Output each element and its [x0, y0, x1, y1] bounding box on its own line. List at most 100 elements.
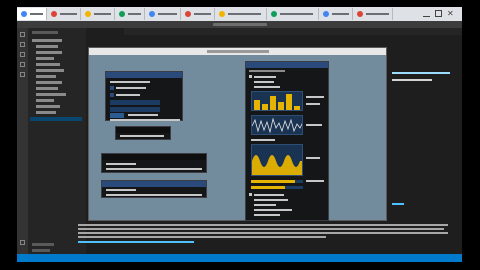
- tree-item[interactable]: [32, 39, 62, 42]
- tree-node[interactable]: [254, 214, 280, 216]
- browser-tab-7[interactable]: [215, 8, 267, 20]
- tab-title: [30, 13, 43, 15]
- tree-node[interactable]: [254, 81, 274, 83]
- float-slider[interactable]: [110, 100, 160, 105]
- plot-label: [306, 96, 324, 98]
- tab-title: [228, 13, 261, 15]
- text-line: [110, 81, 150, 83]
- extensions-icon[interactable]: [20, 72, 25, 77]
- debug-icon[interactable]: [20, 62, 25, 67]
- terminal-line: [78, 232, 448, 234]
- tree-item[interactable]: [36, 81, 62, 84]
- tree-item[interactable]: [36, 99, 54, 102]
- tree-item[interactable]: [36, 45, 58, 48]
- text-line: [106, 168, 202, 170]
- editor-tab-strip: [86, 28, 462, 35]
- tree-node[interactable]: [254, 199, 288, 201]
- tree-item-selected[interactable]: [30, 117, 82, 121]
- progress-bar-fill: [251, 180, 295, 183]
- tab-favicon-icon: [219, 11, 225, 17]
- terminal-prompt: [78, 241, 194, 243]
- tree-item[interactable]: [36, 93, 66, 96]
- ide-title-bar: [17, 21, 462, 28]
- sidebar-header: [32, 31, 58, 34]
- tree-item[interactable]: [36, 57, 54, 60]
- tree-node[interactable]: [254, 204, 276, 206]
- sine-plot: [251, 144, 303, 176]
- source-control-icon[interactable]: [20, 52, 25, 57]
- browser-tab-4[interactable]: [115, 8, 145, 20]
- settings-icon[interactable]: [20, 240, 25, 245]
- browser-tab-10[interactable]: [353, 8, 393, 20]
- tree-item[interactable]: [36, 51, 62, 54]
- hello-window[interactable]: [105, 71, 183, 121]
- tab-title: [332, 13, 349, 15]
- close-icon[interactable]: ✕: [447, 10, 454, 18]
- tree-node[interactable]: [254, 209, 292, 211]
- lines-plot-series: [252, 117, 302, 134]
- explorer-icon[interactable]: [20, 32, 25, 37]
- app-title-bar: [89, 48, 386, 55]
- button[interactable]: [110, 113, 124, 118]
- fourth-window[interactable]: [101, 180, 207, 198]
- maximize-icon[interactable]: [435, 10, 442, 17]
- status-bar: [17, 254, 462, 262]
- tree-item[interactable]: [36, 111, 56, 114]
- minimize-icon[interactable]: [423, 10, 430, 17]
- checkbox-label: [116, 94, 140, 96]
- ide-title: [213, 23, 267, 26]
- tab-favicon-icon: [51, 11, 57, 17]
- plot-label: [306, 103, 320, 105]
- sine-area: [252, 155, 302, 175]
- checkbox[interactable]: [110, 86, 114, 90]
- window-title-bar[interactable]: [116, 127, 170, 133]
- sidebar-section-timeline[interactable]: [32, 249, 50, 252]
- tab-favicon-icon: [119, 11, 125, 17]
- tree-arrow-icon[interactable]: [249, 193, 252, 196]
- tab-favicon-icon: [21, 11, 27, 17]
- terminal-panel: [78, 224, 454, 246]
- browser-tab-2[interactable]: [47, 8, 81, 20]
- color-edit[interactable]: [110, 107, 160, 112]
- tree-node[interactable]: [254, 194, 284, 196]
- tree-node[interactable]: [254, 76, 276, 78]
- window-title-bar[interactable]: [102, 154, 206, 160]
- demo-window[interactable]: [245, 61, 329, 221]
- activity-bar: [17, 28, 28, 254]
- search-icon[interactable]: [20, 42, 25, 47]
- editor-tab[interactable]: [86, 28, 124, 35]
- sidebar-section-outline[interactable]: [32, 243, 54, 246]
- browser-tab-1[interactable]: [17, 8, 47, 20]
- tree-node[interactable]: [254, 86, 280, 88]
- imgui-app-window: [88, 47, 387, 221]
- plot-label: [306, 157, 320, 159]
- tree-arrow-icon[interactable]: [249, 75, 252, 78]
- tab-title: [194, 13, 211, 15]
- menu-bar[interactable]: [249, 70, 285, 72]
- tree-item[interactable]: [36, 63, 60, 66]
- browser-tab-8[interactable]: [267, 8, 319, 20]
- window-title-bar[interactable]: [102, 181, 206, 187]
- app-background: [89, 55, 386, 221]
- tab-favicon-icon: [271, 11, 277, 17]
- checkbox-label: [116, 87, 146, 89]
- tree-item[interactable]: [36, 69, 64, 72]
- screen: ✕: [0, 0, 480, 270]
- tab-title: [158, 13, 177, 15]
- tab-favicon-icon: [85, 11, 91, 17]
- tree-item[interactable]: [36, 75, 56, 78]
- second-window[interactable]: [115, 126, 171, 140]
- plot-label: [306, 124, 322, 126]
- checkbox[interactable]: [110, 93, 114, 97]
- browser-tab-5[interactable]: [145, 8, 181, 20]
- browser-tab-6[interactable]: [181, 8, 215, 20]
- tab-title: [366, 13, 389, 15]
- third-window[interactable]: [101, 153, 207, 173]
- terminal-line: [78, 236, 326, 238]
- window-title-bar[interactable]: [106, 72, 182, 78]
- tree-item[interactable]: [36, 87, 58, 90]
- tree-item[interactable]: [36, 105, 60, 108]
- browser-tab-3[interactable]: [81, 8, 115, 20]
- browser-tab-9[interactable]: [319, 8, 353, 20]
- window-title-bar[interactable]: [246, 62, 328, 68]
